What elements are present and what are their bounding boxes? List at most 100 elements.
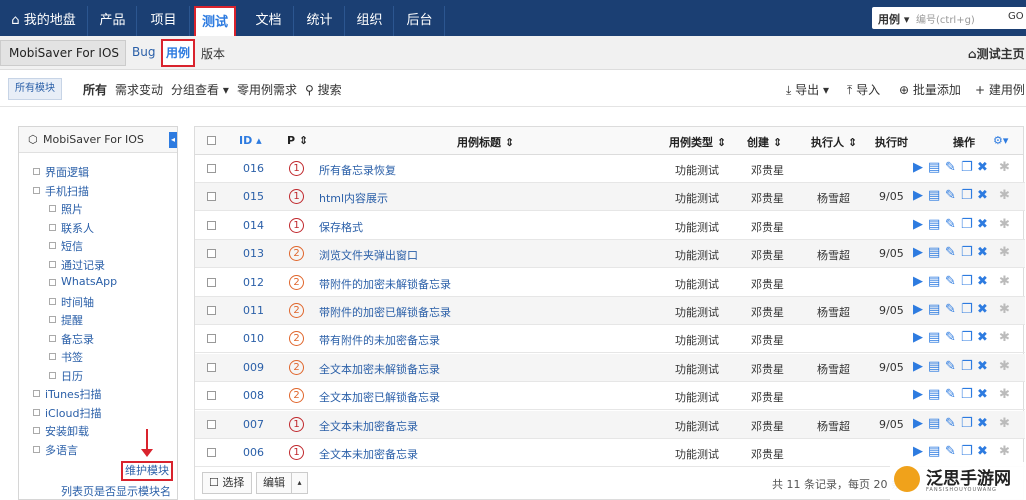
tree-item[interactable]: 日历 [61, 368, 83, 384]
run-icon[interactable]: ▶ [913, 160, 923, 175]
edit-icon[interactable]: ✎ [945, 330, 956, 345]
tree-item[interactable]: 时间轴 [61, 294, 94, 310]
col-exec-time[interactable]: 执行时 [875, 134, 908, 150]
product-switcher[interactable]: MobiSaver For IOS ▾ [0, 40, 126, 84]
nav-my-home[interactable]: ⌂ 我的地盘 [0, 6, 88, 36]
results-icon[interactable]: ▤ [928, 416, 940, 431]
copy-icon[interactable]: ❐ [961, 359, 973, 374]
run-icon[interactable]: ▶ [913, 245, 923, 260]
search-go-button[interactable]: GO [1008, 11, 1024, 22]
edit-icon[interactable]: ✎ [945, 359, 956, 374]
case-title-link[interactable]: 带有附件的未加密备忘录 [319, 332, 440, 348]
edit-icon[interactable]: ✎ [945, 387, 956, 402]
col-priority[interactable]: P ⇕ [287, 134, 308, 147]
row-checkbox[interactable] [207, 391, 216, 401]
filter-zero-case-story[interactable]: 零用例需求 [237, 81, 297, 98]
case-title-link[interactable]: 带附件的加密已解锁备忘录 [319, 304, 451, 320]
test-home-link[interactable]: ⌂测试主页 [968, 45, 1025, 62]
bug-icon[interactable]: ✱ [999, 245, 1010, 260]
delete-icon[interactable]: ✖ [977, 217, 988, 232]
case-title-link[interactable]: html内容展示 [319, 190, 388, 206]
copy-icon[interactable]: ❐ [961, 274, 973, 289]
col-title[interactable]: 用例标题 ⇕ [457, 134, 514, 150]
edit-icon[interactable]: ✎ [945, 444, 956, 459]
module-tag[interactable]: 所有模块 [8, 78, 62, 100]
table-row[interactable]: 009 2 全文本加密未解锁备忘录 功能测试 邓贵星 杨雪超 9/05 ▶ ▤ ✎ ❐ ✖ ✱ [195, 353, 1025, 382]
delete-icon[interactable]: ✖ [977, 302, 988, 317]
copy-icon[interactable]: ❐ [961, 160, 973, 175]
create-case-button[interactable]: + 建用例 [975, 81, 1025, 98]
import-button[interactable]: ⤒ 导入 [847, 81, 880, 98]
row-checkbox[interactable] [207, 220, 216, 230]
table-row[interactable]: 013 2 浏览文件夹弹出窗口 功能测试 邓贵星 杨雪超 9/05 ▶ ▤ ✎ ❐ ✖ ✱ [195, 240, 1025, 269]
case-title-link[interactable]: 全文本加密已解锁备忘录 [319, 389, 440, 405]
run-icon[interactable]: ▶ [913, 359, 923, 374]
filter-all[interactable]: 所有 [83, 81, 107, 98]
case-title-link[interactable]: 保存格式 [319, 219, 363, 235]
results-icon[interactable]: ▤ [928, 330, 940, 345]
table-row[interactable]: 012 2 带附件的加密未解锁备忘录 功能测试 邓贵星 ▶ ▤ ✎ ❐ ✖ ✱ [195, 269, 1025, 297]
tree-item[interactable]: 提醒 [61, 312, 83, 328]
tree-item[interactable]: iTunes扫描 [45, 386, 102, 402]
case-title-link[interactable]: 带附件的加密未解锁备忘录 [319, 276, 451, 292]
case-id[interactable]: 013 [243, 247, 264, 260]
delete-icon[interactable]: ✖ [977, 444, 988, 459]
bug-icon[interactable]: ✱ [999, 217, 1010, 232]
case-id[interactable]: 009 [243, 361, 264, 374]
table-row[interactable]: 014 1 保存格式 功能测试 邓贵星 ▶ ▤ ✎ ❐ ✖ ✱ [195, 212, 1025, 240]
search-input[interactable]: 编号(ctrl+g) [916, 11, 975, 26]
collapse-sidebar-icon[interactable]: ◂ [169, 132, 177, 148]
bug-icon[interactable]: ✱ [999, 274, 1010, 289]
row-checkbox[interactable] [207, 306, 216, 315]
edit-icon[interactable]: ✎ [945, 245, 956, 260]
run-icon[interactable]: ▶ [913, 444, 923, 459]
tree-item[interactable]: 界面逻辑 [45, 164, 89, 180]
case-id[interactable]: 008 [243, 389, 264, 402]
table-row[interactable]: 010 2 带有附件的未加密备忘录 功能测试 邓贵星 ▶ ▤ ✎ ❐ ✖ ✱ [195, 325, 1025, 354]
batch-edit-button[interactable]: 编辑 ▴ [256, 472, 308, 494]
edit-icon[interactable]: ✎ [945, 217, 956, 232]
edit-icon[interactable]: ✎ [945, 302, 956, 317]
edit-icon[interactable]: ✎ [945, 416, 956, 431]
tree-item[interactable]: WhatsApp [61, 275, 117, 288]
select-all-checkbox[interactable] [207, 136, 216, 145]
filter-story-changed[interactable]: 需求变动 [115, 81, 163, 98]
edit-icon[interactable]: ✎ [945, 188, 956, 203]
row-checkbox[interactable] [207, 164, 216, 173]
results-icon[interactable]: ▤ [928, 274, 940, 289]
subnav-builds[interactable]: 版本 [201, 45, 225, 62]
nav-docs[interactable]: 文档 [244, 6, 294, 36]
results-icon[interactable]: ▤ [928, 444, 940, 459]
copy-icon[interactable]: ❐ [961, 302, 973, 317]
case-id[interactable]: 015 [243, 190, 264, 203]
results-icon[interactable]: ▤ [928, 302, 940, 317]
case-id[interactable]: 006 [243, 446, 264, 459]
subnav-cases[interactable]: 用例 [161, 39, 195, 67]
table-row[interactable]: 008 2 全文本加密已解锁备忘录 功能测试 邓贵星 ▶ ▤ ✎ ❐ ✖ ✱ [195, 382, 1025, 411]
tree-item[interactable]: 照片 [61, 201, 83, 217]
nav-org[interactable]: 组织 [346, 6, 394, 36]
results-icon[interactable]: ▤ [928, 387, 940, 402]
table-row[interactable]: 016 1 所有备忘录恢复 功能测试 邓贵星 ▶ ▤ ✎ ❐ ✖ ✱ [195, 155, 1025, 183]
bug-icon[interactable]: ✱ [999, 416, 1010, 431]
case-id[interactable]: 007 [243, 418, 264, 431]
delete-icon[interactable]: ✖ [977, 245, 988, 260]
results-icon[interactable]: ▤ [928, 245, 940, 260]
tree-item[interactable]: 通过记录 [61, 257, 105, 273]
bug-icon[interactable]: ✱ [999, 330, 1010, 345]
run-icon[interactable]: ▶ [913, 416, 923, 431]
subnav-bug[interactable]: Bug [132, 45, 155, 59]
run-icon[interactable]: ▶ [913, 188, 923, 203]
run-icon[interactable]: ▶ [913, 274, 923, 289]
tree-item[interactable]: 多语言 [45, 442, 78, 458]
nav-admin[interactable]: 后台 [395, 6, 445, 36]
case-title-link[interactable]: 全文本加密未解锁备忘录 [319, 361, 440, 377]
copy-icon[interactable]: ❐ [961, 387, 973, 402]
run-icon[interactable]: ▶ [913, 302, 923, 317]
results-icon[interactable]: ▤ [928, 217, 940, 232]
column-settings-icon[interactable]: ⚙▾ [993, 134, 1008, 147]
case-id[interactable]: 016 [243, 162, 264, 175]
case-title-link[interactable]: 所有备忘录恢复 [319, 162, 396, 178]
bug-icon[interactable]: ✱ [999, 160, 1010, 175]
tree-item[interactable]: 联系人 [61, 220, 94, 236]
